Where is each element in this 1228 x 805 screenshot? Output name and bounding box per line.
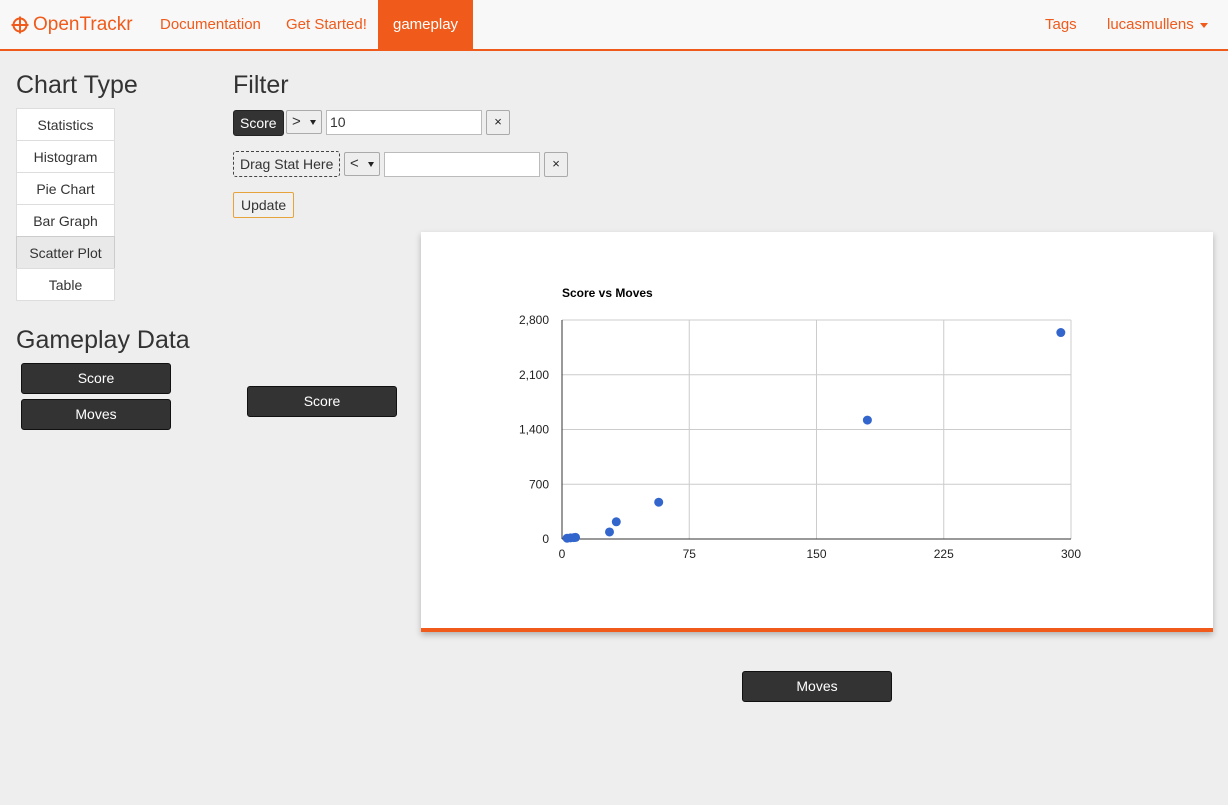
nav-documentation[interactable]: Documentation <box>145 0 276 49</box>
filter-stat-score[interactable]: Score <box>233 110 284 136</box>
update-button[interactable]: Update <box>233 192 295 218</box>
chart-type-histogram[interactable]: Histogram <box>16 140 115 173</box>
user-name: lucasmullens <box>1107 16 1194 33</box>
filter-operator-select[interactable]: > <box>286 110 322 134</box>
filter-heading: Filter <box>233 71 289 99</box>
data-point <box>571 532 581 542</box>
x-tick-label: 0 <box>559 547 566 561</box>
remove-filter-button[interactable]: × <box>486 110 510 135</box>
y-tick-label: 2,800 <box>519 313 549 327</box>
data-point <box>605 527 615 537</box>
filter-value-input[interactable]: 10 <box>326 110 482 135</box>
data-point <box>611 517 621 527</box>
x-tick-label: 300 <box>1061 547 1081 561</box>
remove-filter-button[interactable]: × <box>544 152 568 177</box>
filter-operator-select[interactable]: < <box>344 152 380 176</box>
chart-type-list: Statistics Histogram Pie Chart Bar Graph… <box>16 108 115 301</box>
x-axis-stat-slot[interactable]: Moves <box>742 671 892 702</box>
x-tick-label: 225 <box>934 547 954 561</box>
chart-type-heading: Chart Type <box>16 71 138 99</box>
scatter-chart: Score vs Moves 0 75 150 225 300 0 700 1,400 2,10… <box>519 286 1081 561</box>
filter-value-input[interactable] <box>384 152 540 177</box>
y-tick-label: 1,400 <box>519 423 549 437</box>
filter-stat-dropzone[interactable]: Drag Stat Here <box>233 151 341 177</box>
dropdown-arrow-icon <box>310 120 316 125</box>
nav-tags[interactable]: Tags <box>1030 0 1092 49</box>
dropdown-arrow-icon <box>368 162 374 167</box>
chart-title: Score vs Moves <box>562 286 653 300</box>
chart-type-pie-chart[interactable]: Pie Chart <box>16 172 115 205</box>
gameplay-data-heading: Gameplay Data <box>16 326 190 354</box>
chart-type-table[interactable]: Table <box>16 268 115 301</box>
y-tick-label: 0 <box>542 532 549 546</box>
data-point <box>1056 328 1066 338</box>
operator-value: > <box>292 113 301 130</box>
x-tick-label: 75 <box>683 547 697 561</box>
y-axis-stat-slot[interactable]: Score <box>247 386 397 417</box>
brand-name: OpenTrackr <box>33 13 133 35</box>
stat-score-draggable[interactable]: Score <box>21 363 171 394</box>
chart-type-bar-graph[interactable]: Bar Graph <box>16 204 115 237</box>
y-tick-label: 2,100 <box>519 368 549 382</box>
stat-moves-draggable[interactable]: Moves <box>21 399 171 430</box>
chart-type-statistics[interactable]: Statistics <box>16 108 115 141</box>
user-menu[interactable]: lucasmullens <box>1092 0 1223 49</box>
data-point <box>654 497 664 507</box>
navbar: OpenTrackr Documentation Get Started! ga… <box>0 0 1228 51</box>
crosshair-icon <box>11 16 29 34</box>
operator-value: < <box>350 155 359 172</box>
chart-type-scatter-plot[interactable]: Scatter Plot <box>16 236 115 269</box>
brand-link[interactable]: OpenTrackr <box>11 0 133 49</box>
y-tick-label: 700 <box>529 477 549 491</box>
data-point <box>862 415 872 425</box>
nav-get-started[interactable]: Get Started! <box>271 0 382 49</box>
x-tick-label: 150 <box>806 547 826 561</box>
caret-down-icon <box>1199 22 1208 28</box>
chart-panel: Score vs Moves 0 75 150 225 300 0 700 1,400 2,10… <box>421 232 1213 632</box>
nav-gameplay[interactable]: gameplay <box>378 0 474 50</box>
